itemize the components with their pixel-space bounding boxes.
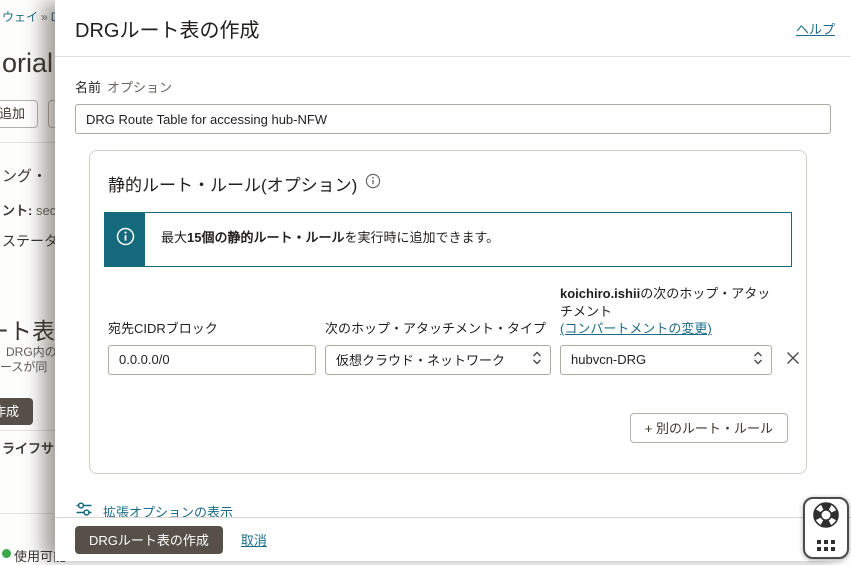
panel-footer: DRGルート表の作成 取消 <box>55 517 851 561</box>
panel-title: DRGルート表の作成 <box>75 19 260 42</box>
info-icon[interactable] <box>365 173 381 194</box>
name-label: 名前 <box>75 80 102 95</box>
section-title: 静的ルート・ルール(オプション) <box>108 176 358 195</box>
destination-cidr-column: 宛先CIDRブロック <box>108 320 316 375</box>
next-hop-type-label: 次のホップ・アタッチメント・タイプ <box>325 321 547 337</box>
create-button-fragment[interactable]: の作成 <box>0 398 34 425</box>
body-text-fragment: ースが同 <box>0 360 48 374</box>
info-banner-text: 最大15個の静的ルート・ルールを実行時に追加できます。 <box>145 213 791 266</box>
next-hop-attachment-label: koichiro.ishiiの次のホップ・アタッチメント (コンパートメントの変… <box>560 285 772 338</box>
next-hop-attachment-value: hubvcn-DRG <box>571 352 647 368</box>
routing-text-fragment: ング・ <box>2 168 48 185</box>
breadcrumb-link[interactable]: ウェイ <box>2 10 38 24</box>
add-another-rule-button[interactable]: + 別のルート・ルール <box>629 412 788 443</box>
helper-widget[interactable] <box>803 497 849 559</box>
next-hop-attachment-column: koichiro.ishiiの次のホップ・アタッチメント (コンパートメントの変… <box>560 285 772 375</box>
grid-dots-icon <box>816 538 836 556</box>
banner-text-prefix: 最大 <box>161 230 188 245</box>
banner-text-suffix: を実行時に追加できます。 <box>344 230 500 245</box>
remove-rule-button[interactable] <box>781 345 805 375</box>
create-drg-route-table-button[interactable]: DRGルート表の作成 <box>75 525 223 554</box>
add-rule-row: + 別のルート・ルール <box>104 412 792 443</box>
subheading-fragment: ート表 <box>0 318 55 344</box>
page-title-fragment: orial <box>2 48 54 78</box>
panel-header: DRGルート表の作成 ヘルプ <box>55 0 851 57</box>
next-hop-type-value: 仮想クラウド・ネットワーク <box>336 353 506 369</box>
compartment-label: ント: <box>2 203 33 218</box>
name-field-label-row: 名前 オプション <box>75 77 831 96</box>
next-hop-type-select[interactable]: 仮想クラウド・ネットワーク <box>325 344 551 375</box>
banner-text-bold: 15個の静的ルート・ルール <box>187 230 345 245</box>
help-link[interactable]: ヘルプ <box>796 19 835 38</box>
destination-cidr-label: 宛先CIDRブロック <box>108 321 218 337</box>
compartment-change-link[interactable]: (コンパートメントの変更) <box>560 321 712 336</box>
lifebuoy-icon <box>812 501 840 534</box>
info-icon <box>116 227 135 251</box>
next-hop-type-column: 次のホップ・アタッチメント・タイプ 仮想クラウド・ネットワーク <box>325 320 551 375</box>
breadcrumb: ウェイ»D <box>2 8 59 25</box>
static-route-rules-section: 静的ルート・ルール(オプション) 最大15個の静的ルート・ルールを実行時に追加で… <box>89 150 807 474</box>
next-hop-attachment-select[interactable]: hubvcn-DRG <box>560 344 772 375</box>
close-icon <box>785 350 801 369</box>
create-drg-route-table-panel: DRGルート表の作成 ヘルプ 名前 オプション 静的ルート・ルール(オプション) <box>55 0 851 561</box>
cancel-link[interactable]: 取消 <box>241 530 267 549</box>
divider <box>0 513 55 514</box>
breadcrumb-separator: » <box>41 10 48 24</box>
panel-body: 名前 オプション 静的ルート・ルール(オプション) <box>55 57 851 523</box>
name-input[interactable] <box>75 104 831 134</box>
add-button[interactable]: 追加 <box>0 100 39 128</box>
destination-cidr-input[interactable] <box>108 344 316 375</box>
info-banner: 最大15個の静的ルート・ルールを実行時に追加できます。 <box>104 212 792 267</box>
status-green-dot-icon <box>2 549 11 558</box>
select-chevrons-icon <box>753 350 763 369</box>
attachment-owner: koichiro.ishii <box>560 286 641 301</box>
select-chevrons-icon <box>532 350 542 369</box>
route-rule-row: 宛先CIDRブロック 次のホップ・アタッチメント・タイプ 仮想クラウド・ネットワ… <box>104 285 799 375</box>
section-title-row: 静的ルート・ルール(オプション) <box>104 165 792 196</box>
divider <box>0 142 55 143</box>
info-banner-stripe <box>105 213 145 266</box>
optional-hint: オプション <box>107 80 173 95</box>
divider <box>0 430 55 431</box>
